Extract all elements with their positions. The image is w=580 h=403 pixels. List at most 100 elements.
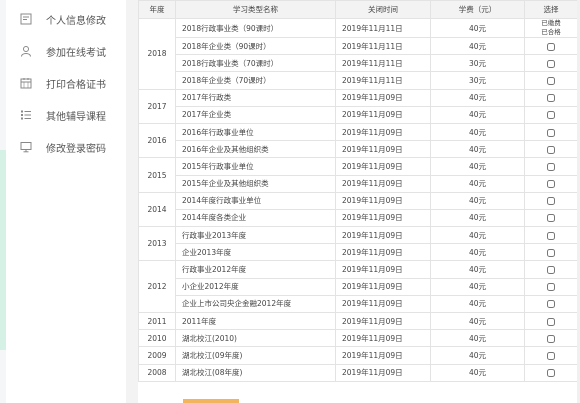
select-cell — [524, 243, 578, 262]
fee-cell: 40元 — [430, 140, 525, 159]
select-checkbox[interactable] — [547, 231, 555, 240]
select-cell — [524, 191, 578, 210]
fee-cell: 40元 — [430, 105, 525, 124]
fee-cell: 40元 — [430, 157, 525, 176]
course-name-cell: 2016年行政事业单位 — [175, 122, 336, 142]
select-checkbox[interactable] — [547, 145, 555, 154]
header-course-name: 学习类型名称 — [175, 0, 336, 19]
select-cell — [524, 36, 578, 56]
fee-cell: 40元 — [430, 329, 525, 348]
header-close-time: 关闭时间 — [335, 0, 431, 19]
select-checkbox[interactable] — [547, 283, 555, 292]
submit-button[interactable] — [183, 399, 239, 403]
year-cell: 2010 — [138, 329, 176, 348]
year-cell: 2014 — [138, 191, 176, 228]
select-checkbox[interactable] — [547, 351, 555, 360]
table-row: 2011 2011年度 2019年11月09日 40元 — [138, 311, 578, 331]
table-row: 2015 2015年行政事业单位 2019年11月09日 40元 — [138, 157, 578, 193]
fee-cell: 40元 — [430, 277, 525, 296]
year-cell: 2017 — [138, 88, 176, 124]
select-cell — [524, 346, 578, 365]
close-time-cell: 2019年11月09日 — [335, 363, 431, 382]
close-time-cell: 2019年11月09日 — [335, 277, 431, 296]
select-checkbox[interactable] — [547, 300, 555, 309]
select-checkbox[interactable] — [547, 162, 555, 171]
select-checkbox[interactable] — [547, 266, 555, 275]
select-checkbox[interactable] — [547, 317, 555, 326]
course-name-cell: 企业上市公司央企金融2012年度 — [175, 294, 336, 314]
select-checkbox[interactable] — [547, 180, 555, 189]
select-checkbox[interactable] — [547, 42, 555, 51]
course-name-cell: 小企业2012年度 — [175, 277, 336, 296]
course-name-cell: 2014年度行政事业单位 — [175, 191, 336, 210]
close-time-cell: 2019年11月09日 — [335, 346, 431, 365]
profile-edit-icon — [20, 13, 32, 25]
fee-cell: 30元 — [430, 71, 525, 90]
table-row: 2014年度各类企业 2019年11月09日 40元 — [139, 208, 578, 228]
sidebar-item-print-certificate[interactable]: 打印合格证书 — [20, 73, 106, 93]
select-cell — [524, 311, 578, 331]
table-row: 2010 湖北校江(2010) 2019年11月09日 40元 — [138, 329, 578, 348]
year-cell: 2015 — [138, 157, 176, 193]
select-cell — [524, 208, 578, 228]
select-checkbox[interactable] — [547, 76, 555, 85]
fee-cell: 40元 — [430, 36, 525, 56]
sidebar-item-label: 参加在线考试 — [46, 47, 106, 59]
select-checkbox[interactable] — [547, 94, 555, 103]
main-panel: 年度 学习类型名称 关闭时间 学费（元） 选择 2018 2018行政事业类（90… — [138, 0, 580, 403]
select-cell — [524, 226, 578, 245]
select-cell — [524, 71, 578, 90]
sidebar-item-other-courses[interactable]: 其他辅导课程 — [20, 105, 106, 125]
fee-cell: 40元 — [430, 243, 525, 262]
year-cell: 2009 — [138, 346, 176, 365]
header-year: 年度 — [138, 0, 176, 19]
select-checkbox[interactable] — [547, 197, 555, 206]
select-checkbox[interactable] — [547, 111, 555, 120]
sidebar-item-profile-edit[interactable]: 个人信息修改 — [20, 9, 106, 29]
course-name-cell: 2016年企业及其他组织类 — [175, 140, 336, 159]
year-cell: 2008 — [138, 363, 176, 382]
fee-cell: 40元 — [430, 18, 525, 38]
course-name-cell: 行政事业2012年度 — [175, 260, 336, 279]
fee-cell: 40元 — [430, 311, 525, 331]
close-time-cell: 2019年11月11日 — [335, 18, 431, 38]
sidebar-item-change-password[interactable]: 修改登录密码 — [20, 137, 106, 157]
sidebar-item-online-exam[interactable]: 参加在线考试 — [20, 41, 106, 61]
fee-cell: 40元 — [430, 363, 525, 382]
close-time-cell: 2019年11月09日 — [335, 311, 431, 331]
close-time-cell: 2019年11月11日 — [335, 71, 431, 90]
close-time-cell: 2019年11月09日 — [335, 174, 431, 193]
select-cell — [524, 54, 578, 73]
close-time-cell: 2019年11月09日 — [335, 105, 431, 124]
table-row: 2018行政事业类（70课时） 2019年11月11日 30元 — [139, 54, 578, 73]
course-name-cell: 湖北校江(08年度) — [175, 363, 336, 382]
course-name-cell: 湖北校江(2010) — [175, 329, 336, 348]
course-name-cell: 2018行政事业类（70课时） — [175, 54, 336, 73]
course-name-cell: 2017年企业类 — [175, 105, 336, 124]
select-checkbox[interactable] — [547, 248, 555, 257]
table-row: 2017 2017年行政类 2019年11月09日 40元 — [138, 88, 578, 124]
table-row: 企业2013年度 2019年11月09日 40元 — [139, 243, 578, 262]
table-row: 2015年企业及其他组织类 2019年11月09日 40元 — [139, 174, 578, 193]
fee-cell: 40元 — [430, 226, 525, 245]
select-checkbox[interactable] — [547, 369, 555, 378]
select-checkbox[interactable] — [547, 214, 555, 223]
select-checkbox[interactable] — [547, 334, 555, 343]
table-row: 2013 行政事业2013年度 2019年11月09日 40元 — [138, 226, 578, 262]
fee-cell: 40元 — [430, 88, 525, 107]
course-name-cell: 2017年行政类 — [175, 88, 336, 107]
course-name-cell: 2011年度 — [175, 311, 336, 331]
fee-cell: 40元 — [430, 346, 525, 365]
select-checkbox[interactable] — [547, 59, 555, 68]
course-name-cell: 2018年企业类（90课时） — [175, 36, 336, 56]
sidebar-item-label: 个人信息修改 — [46, 15, 106, 27]
header-select: 选择 — [524, 0, 578, 19]
select-cell — [524, 174, 578, 193]
sidebar-item-label: 其他辅导课程 — [46, 111, 106, 123]
table-row: 小企业2012年度 2019年11月09日 40元 — [139, 277, 578, 296]
course-fee-table: 年度 学习类型名称 关闭时间 学费（元） 选择 2018 2018行政事业类（90… — [138, 0, 578, 382]
close-time-cell: 2019年11月09日 — [335, 226, 431, 245]
select-cell — [524, 294, 578, 314]
select-checkbox[interactable] — [547, 128, 555, 137]
table-body: 2018 2018行政事业类（90课时） 2019年11月11日 40元 已缴费 已合格 2… — [138, 18, 578, 382]
